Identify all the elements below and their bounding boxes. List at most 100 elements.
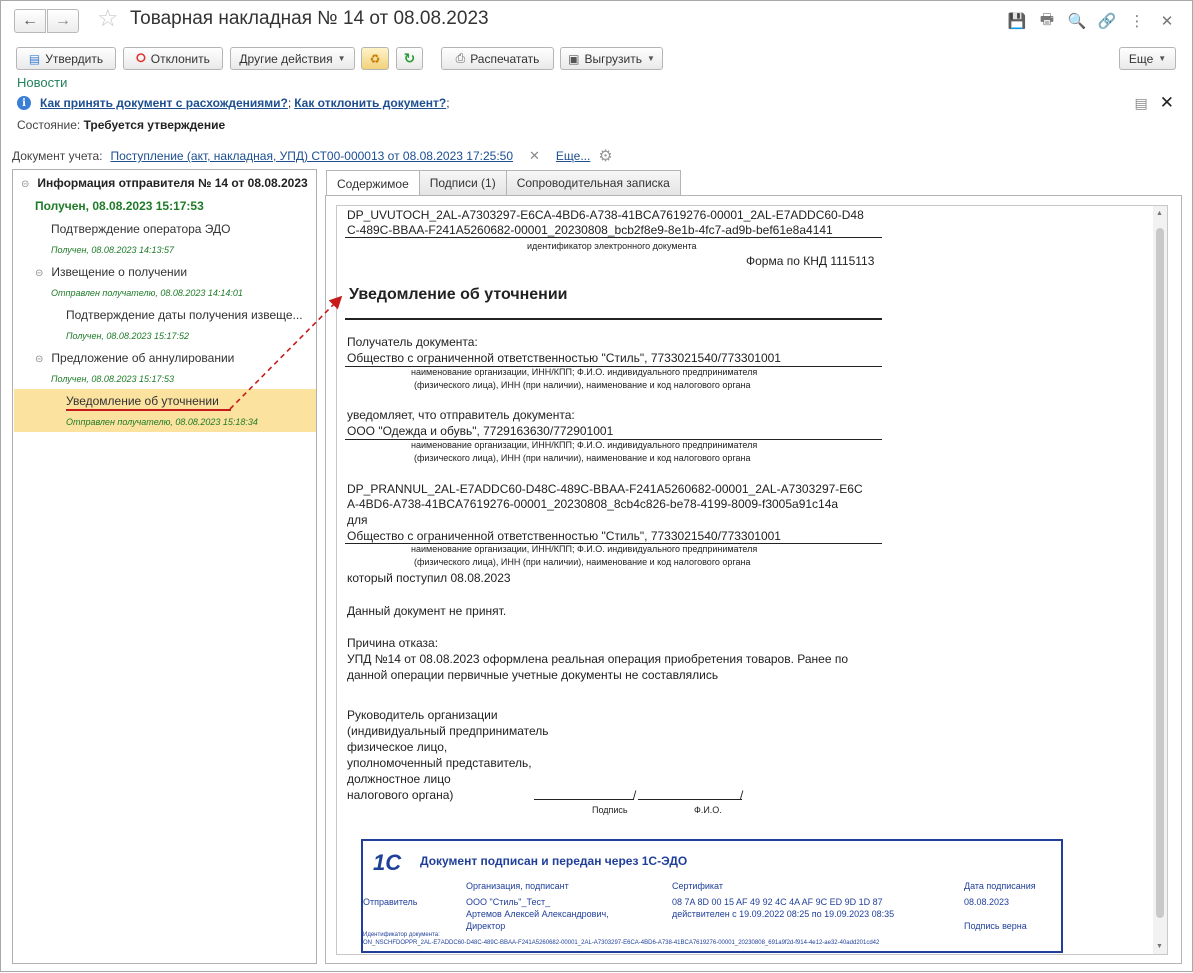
field-caption: наименование организации, ИНН/КПП; Ф.И.О…: [411, 440, 758, 450]
print-icon[interactable]: 🖶: [1032, 11, 1062, 31]
more-button[interactable]: Еще ▼: [1119, 47, 1176, 70]
collapse-icon[interactable]: ⊝: [35, 354, 43, 365]
sender-value: ООО "Одежда и обувь", 7729163630/7729010…: [347, 424, 614, 438]
reason-text: УПД №14 от 08.08.2023 оформлена реальная…: [347, 652, 849, 666]
help-panel-actions: ▤ ✕: [1135, 93, 1174, 113]
field-caption: (физического лица), ИНН (при наличии), н…: [414, 557, 751, 567]
gear-icon[interactable]: ⚙: [598, 146, 612, 166]
signer-line: (индивидуальный предприниматель: [347, 724, 549, 738]
refresh-button[interactable]: ↻: [396, 47, 423, 70]
collapse-icon[interactable]: ⊝: [21, 179, 29, 190]
title-actions: 💾 🖶 🔍 🔗 ⋮ ✕: [1002, 11, 1182, 31]
more-vertical-icon[interactable]: ⋮: [1122, 11, 1152, 31]
content-frame: DP_UVUTOCH_2AL-A7303297-E6CA-4BD6-A738-4…: [325, 195, 1182, 964]
field-caption: наименование организации, ИНН/КПП; Ф.И.О…: [411, 544, 758, 554]
field-caption: наименование организации, ИНН/КПП; Ф.И.О…: [411, 367, 758, 377]
1c-logo: 1С: [373, 850, 402, 875]
refresh-icon: ↻: [403, 50, 416, 66]
collapse-icon[interactable]: ⊝: [35, 268, 43, 279]
tab-cover-note[interactable]: Сопроводительная записка: [505, 170, 681, 195]
arrow-left-icon: ←: [22, 12, 38, 29]
tree-item-cancellation-offer[interactable]: ⊝ Предложение об аннулировании: [35, 351, 234, 365]
not-accepted-text: Данный документ не принят.: [347, 604, 507, 618]
forward-button[interactable]: →: [47, 9, 79, 33]
stamp-heading: Документ подписан и передан через 1С-ЭДО: [420, 854, 688, 868]
dropdown-caret-icon: ▼: [646, 54, 655, 63]
doc-id-line: DP_UVUTOCH_2AL-A7303297-E6CA-4BD6-A738-4…: [347, 208, 864, 222]
tab-content[interactable]: Содержимое: [326, 170, 420, 196]
edo-signature-stamp: 1С Документ подписан и передан через 1С-…: [361, 839, 1063, 953]
tree-item-status: Получен, 08.08.2023 15:17:52: [66, 331, 189, 341]
selection-underline: [66, 409, 231, 411]
info-icon: i: [17, 96, 31, 110]
approve-button[interactable]: ▤ Утвердить: [16, 47, 116, 70]
received-line: который поступил 08.08.2023: [347, 571, 511, 585]
document-account-more[interactable]: Еще...: [556, 149, 590, 163]
signer-line: Руководитель организации: [347, 708, 498, 722]
signer-line: уполномоченный представитель,: [347, 756, 532, 770]
field-caption: (физического лица), ИНН (при наличии), н…: [414, 380, 751, 390]
preview-icon[interactable]: 🔍: [1062, 11, 1092, 31]
signer-line: физическое лицо,: [347, 740, 448, 754]
ref-doc-id: A-4BD6-A738-41BCA7619276-00001_20230808_…: [347, 497, 839, 511]
reject-button[interactable]: ⭘ Отклонить: [123, 47, 223, 70]
fio-line: [638, 799, 742, 800]
clear-icon[interactable]: ✕: [529, 148, 540, 164]
for-label: для: [347, 513, 368, 527]
back-button[interactable]: ←: [14, 9, 46, 33]
sign-date: 08.08.2023: [964, 897, 1010, 907]
tree-item-status: Отправлен получателю, 08.08.2023 15:18:3…: [66, 417, 258, 427]
state-value: Требуется утверждение: [83, 118, 226, 132]
signature-line: [534, 799, 634, 800]
tree-item-status: Отправлен получателю, 08.08.2023 14:14:0…: [51, 288, 243, 298]
link-icon[interactable]: 🔗: [1092, 11, 1122, 31]
close-panel-icon[interactable]: ✕: [1160, 93, 1174, 113]
dropdown-caret-icon: ▼: [1158, 54, 1167, 63]
document-list-icon[interactable]: ▤: [1135, 95, 1148, 112]
scroll-up-icon[interactable]: ▲: [1156, 210, 1163, 217]
help-link-how-to-reject[interactable]: Как отклонить документ?: [294, 96, 446, 110]
cert-serial: 08 7A 8D 00 15 AF 49 92 4C 4A AF 9C ED 9…: [672, 897, 883, 907]
reject-icon: ⭘: [136, 51, 146, 65]
tree-item-status: Получен, 08.08.2023 15:17:53: [51, 374, 174, 384]
close-icon[interactable]: ✕: [1152, 11, 1182, 31]
sign-slash: /: [633, 788, 637, 802]
export-button[interactable]: ▣ Выгрузить ▼: [560, 47, 663, 70]
document-view[interactable]: DP_UVUTOCH_2AL-A7303297-E6CA-4BD6-A738-4…: [336, 205, 1168, 955]
cert-validity: действителен с 19.09.2022 08:25 по 19.09…: [672, 909, 895, 919]
signer-line: должностное лицо: [347, 772, 451, 786]
window-title: Товарная накладная № 14 от 08.08.2023: [130, 8, 489, 29]
structure-button[interactable]: ♻: [361, 47, 389, 70]
help-link-accept-discrepancy[interactable]: Как принять документ с расхождениями?: [40, 96, 288, 110]
tree-item-receipt-notice[interactable]: ⊝ Извещение о получении: [35, 265, 187, 279]
vertical-scrollbar[interactable]: ▲ ▼: [1153, 206, 1167, 954]
print-button[interactable]: ⎙ Распечатать: [441, 47, 554, 70]
notify-label: уведомляет, что отправитель документа:: [347, 408, 575, 422]
content-tabs: Содержимое Подписи (1) Сопроводительная …: [326, 170, 681, 196]
reason-text: данной операции первичные учетные докуме…: [347, 668, 719, 682]
save-icon[interactable]: 💾: [1002, 11, 1032, 31]
tree-item-status: Получен, 08.08.2023 14:13:57: [51, 245, 174, 255]
document-account-link[interactable]: Поступление (акт, накладная, УПД) СТ00-0…: [110, 149, 513, 163]
signer-line: налогового органа): [347, 788, 454, 802]
state-row: Состояние: Требуется утверждение: [17, 118, 226, 132]
scroll-thumb[interactable]: [1156, 228, 1164, 918]
tab-signatures[interactable]: Подписи (1): [418, 170, 507, 195]
document-window: ← → ☆ Товарная накладная № 14 от 08.08.2…: [0, 0, 1193, 972]
tree-item-clarification-notice[interactable]: Уведомление об уточнении: [66, 394, 219, 408]
tree-root[interactable]: ⊝ Информация отправителя № 14 от 08.08.20…: [21, 176, 308, 190]
printer-icon: ⎙: [455, 51, 466, 65]
other-actions-button[interactable]: Другие действия ▼: [230, 47, 355, 70]
tree-item-date-confirmation[interactable]: Подтверждение даты получения извеще...: [66, 308, 303, 322]
scroll-down-icon[interactable]: ▼: [1156, 943, 1163, 950]
hierarchy-icon: ♻: [369, 51, 381, 66]
ref-doc-id: DP_PRANNUL_2AL-E7ADDC60-D48C-489C-BBAA-F…: [347, 482, 863, 496]
tree-item-operator-confirmation[interactable]: Подтверждение оператора ЭДО: [51, 222, 231, 236]
help-links: i Как принять документ с расхождениями? …: [17, 95, 450, 111]
news-link[interactable]: Новости: [17, 75, 67, 90]
favorite-star-icon[interactable]: ☆: [97, 7, 119, 31]
floppy-icon: ▣: [568, 51, 580, 66]
doc-id-line: C-489C-BBAA-F241A5260682-00001_20230808_…: [347, 223, 833, 237]
recipient-value: Общество с ограниченной ответственностью…: [347, 351, 781, 365]
sign-caption: Подпись: [592, 805, 628, 815]
